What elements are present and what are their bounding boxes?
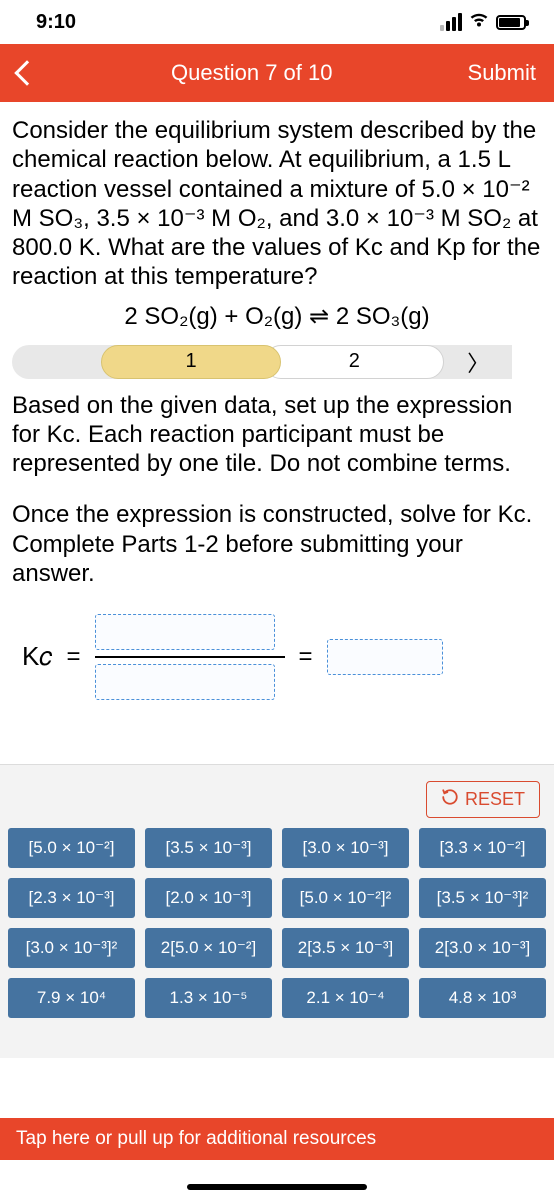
numerator-slot[interactable] [95, 614, 275, 650]
status-icons [440, 11, 526, 33]
tile[interactable]: [3.5 × 10⁻³]² [419, 878, 546, 918]
tile[interactable]: [3.3 × 10⁻²] [419, 828, 546, 868]
question-prompt: Consider the equilibrium system describe… [12, 116, 542, 292]
tile[interactable]: [3.0 × 10⁻³] [282, 828, 409, 868]
tile[interactable]: 2.1 × 10⁻⁴ [282, 978, 409, 1018]
step-tabs: 1 2 〉 [12, 345, 542, 379]
home-indicator[interactable] [187, 1184, 367, 1190]
tile[interactable]: [2.3 × 10⁻³] [8, 878, 135, 918]
step-1-tab[interactable]: 1 [101, 345, 281, 379]
tile[interactable]: [2.0 × 10⁻³] [145, 878, 272, 918]
instruction-text-1: Based on the given data, set up the expr… [12, 391, 542, 479]
tile[interactable]: 4.8 × 10³ [419, 978, 546, 1018]
tile[interactable]: 2[3.5 × 10⁻³] [282, 928, 409, 968]
tile[interactable]: [5.0 × 10⁻²] [8, 828, 135, 868]
kc-label: K𝑐 [22, 641, 53, 673]
result-slot[interactable] [327, 639, 443, 675]
resources-footer[interactable]: Tap here or pull up for additional resou… [0, 1118, 554, 1160]
submit-button[interactable]: Submit [468, 60, 536, 86]
tile[interactable]: 2[3.0 × 10⁻³] [419, 928, 546, 968]
reset-label: RESET [465, 789, 525, 810]
undo-icon [441, 788, 459, 811]
kc-expression: K𝑐 = = [22, 614, 532, 700]
tile[interactable]: 7.9 × 10⁴ [8, 978, 135, 1018]
question-header: Question 7 of 10 Submit [0, 44, 554, 102]
clock: 9:10 [36, 11, 76, 34]
fraction-line [95, 656, 285, 658]
fraction-wrap [95, 614, 285, 700]
cellular-icon [440, 13, 462, 31]
reset-button[interactable]: RESET [426, 781, 540, 818]
tiles-panel: RESET [5.0 × 10⁻²] [3.5 × 10⁻³] [3.0 × 1… [0, 764, 554, 1058]
tile[interactable]: 1.3 × 10⁻⁵ [145, 978, 272, 1018]
reaction-equation: 2 SO₂(g) + O₂(g) ⇌ 2 SO₃(g) [12, 302, 542, 331]
equals-1: = [67, 643, 81, 671]
tile[interactable]: [5.0 × 10⁻²]² [282, 878, 409, 918]
instruction-text-2: Once the expression is constructed, solv… [12, 500, 542, 588]
wifi-icon [468, 11, 490, 33]
step-2-tab[interactable]: 2 [264, 345, 444, 379]
question-counter: Question 7 of 10 [36, 60, 468, 86]
tile[interactable]: [3.0 × 10⁻³]² [8, 928, 135, 968]
equals-2: = [299, 643, 313, 671]
tiles-grid: [5.0 × 10⁻²] [3.5 × 10⁻³] [3.0 × 10⁻³] [… [8, 828, 546, 1018]
back-button[interactable] [18, 64, 36, 82]
denominator-slot[interactable] [95, 664, 275, 700]
status-bar: 9:10 [0, 0, 554, 44]
tile[interactable]: [3.5 × 10⁻³] [145, 828, 272, 868]
battery-icon [496, 15, 526, 30]
tile[interactable]: 2[5.0 × 10⁻²] [145, 928, 272, 968]
